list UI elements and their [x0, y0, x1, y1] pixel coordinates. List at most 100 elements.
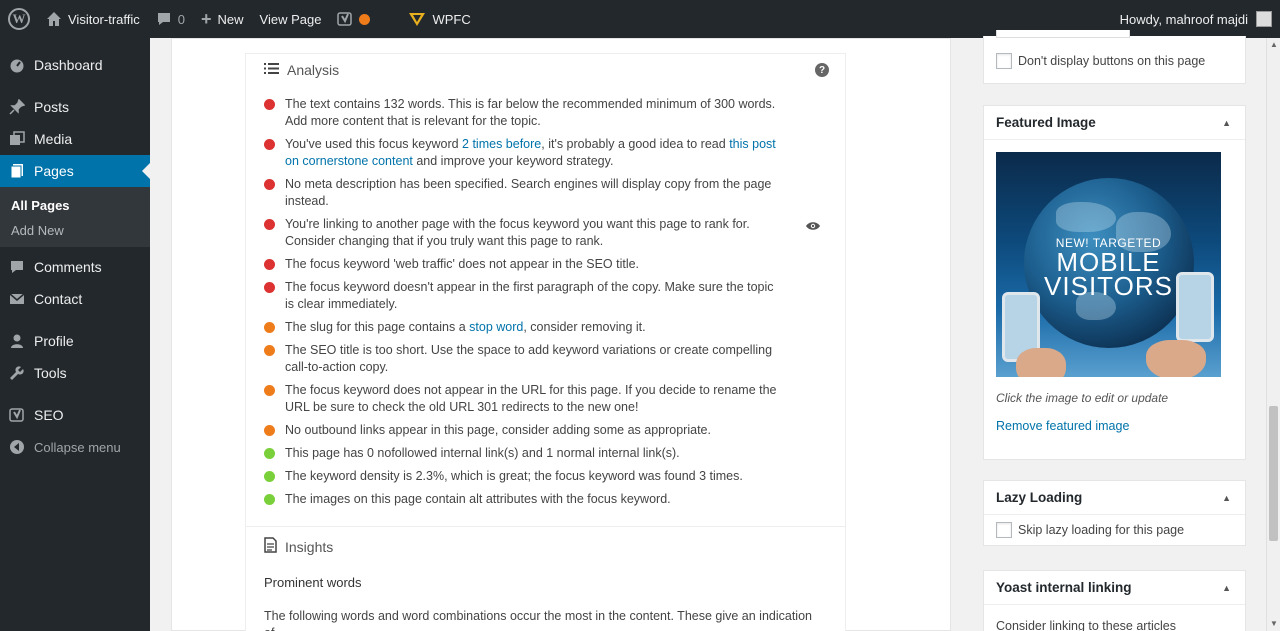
scrollbar-thumb[interactable] [1269, 406, 1278, 541]
menu-contact[interactable]: Contact [0, 283, 150, 315]
admin-menu: Dashboard Posts Media Pages All Pages Ad… [0, 38, 150, 631]
comments-count: 0 [177, 11, 185, 27]
help-icon[interactable]: ? [815, 63, 829, 77]
analysis-header[interactable]: Analysis [246, 54, 845, 86]
result-item: This page has 0 nofollowed internal link… [264, 445, 845, 462]
menu-pages[interactable]: Pages [0, 155, 150, 187]
featured-image-header[interactable]: Featured Image ▲ [984, 106, 1245, 140]
result-text: The text contains 132 words. This is far… [285, 97, 776, 128]
dont-display-row[interactable]: Don't display buttons on this page [984, 46, 1245, 76]
dashboard-icon [8, 56, 26, 74]
featured-image-title: Featured Image [996, 115, 1096, 130]
new-content-link[interactable]: + New [193, 0, 252, 38]
lazy-loading-box: Lazy Loading ▲ Skip lazy loading for thi… [983, 480, 1246, 546]
status-bullet-bad [264, 282, 275, 293]
prominent-words-title: Prominent words [264, 575, 362, 590]
result-item: The text contains 132 words. This is far… [264, 96, 845, 130]
menu-media[interactable]: Media [0, 123, 150, 155]
menu-comments-label: Comments [34, 259, 102, 275]
wp-logo-menu[interactable]: W [0, 0, 38, 38]
wpfc-label: WPFC [432, 11, 471, 27]
status-bullet-ok [264, 425, 275, 436]
featured-image[interactable]: NEW! TARGETED MOBILE VISITORS [996, 152, 1221, 377]
featured-image-caption: Click the image to edit or update [996, 391, 1169, 405]
result-item: The focus keyword doesn't appear in the … [264, 279, 845, 313]
site-name-link[interactable]: Visitor-traffic [38, 0, 148, 38]
eye-icon[interactable] [805, 218, 821, 235]
result-item: The slug for this page contains a stop w… [264, 319, 845, 336]
wpfc-menu[interactable]: WPFC [400, 0, 478, 38]
result-text: The slug for this page contains a stop w… [285, 320, 646, 334]
result-text: You've used this focus keyword 2 times b… [285, 137, 776, 168]
comment-icon [156, 11, 172, 27]
site-name: Visitor-traffic [68, 11, 140, 27]
page-scrollbar[interactable]: ▲ ▼ [1266, 38, 1280, 631]
menu-pages-label: Pages [34, 163, 74, 179]
status-bullet-bad [264, 219, 275, 230]
menu-seo[interactable]: SEO [0, 399, 150, 431]
yoast-internal-linking-header[interactable]: Yoast internal linking ▲ [984, 571, 1245, 605]
menu-comments[interactable]: Comments [0, 251, 150, 283]
times-before-link[interactable]: 2 times before [462, 137, 541, 151]
scroll-up-arrow-icon[interactable]: ▲ [1267, 38, 1280, 52]
view-page-link[interactable]: View Page [252, 0, 330, 38]
result-item: The images on this page contain alt attr… [264, 491, 845, 508]
submenu-all-pages[interactable]: All Pages [0, 193, 150, 218]
status-bullet-bad [264, 179, 275, 190]
result-text: You're linking to another page with the … [285, 217, 750, 248]
pages-icon [8, 162, 26, 180]
lazy-loading-header[interactable]: Lazy Loading ▲ [984, 481, 1245, 515]
yoast-internal-linking-box: Yoast internal linking ▲ Consider linkin… [983, 570, 1246, 631]
collapse-menu-button[interactable]: Collapse menu [0, 431, 150, 463]
toggle-arrow-icon[interactable]: ▲ [1222, 118, 1231, 128]
result-text: No outbound links appear in this page, c… [285, 423, 711, 437]
result-item: The focus keyword 'web traffic' does not… [264, 256, 845, 273]
skip-lazy-row[interactable]: Skip lazy loading for this page [984, 515, 1245, 545]
yoast-menu[interactable] [329, 0, 378, 38]
menu-profile-label: Profile [34, 333, 74, 349]
my-account-menu[interactable]: Howdy, mahroof majdi [1112, 0, 1280, 38]
dont-display-checkbox[interactable] [996, 53, 1012, 69]
new-label: New [217, 11, 244, 27]
pushpin-icon [8, 98, 26, 116]
result-text: The keyword density is 2.3%, which is gr… [285, 469, 743, 483]
menu-profile[interactable]: Profile [0, 325, 150, 357]
yoast-internal-linking-title: Yoast internal linking [996, 580, 1132, 595]
menu-contact-label: Contact [34, 291, 83, 307]
comment-icon [8, 258, 26, 276]
prominent-words-description: The following words and word combination… [264, 609, 812, 631]
menu-posts[interactable]: Posts [0, 91, 150, 123]
insights-header[interactable]: Insights [246, 527, 845, 567]
result-text: No meta description has been specified. … [285, 177, 772, 208]
wordpress-icon: W [8, 8, 30, 30]
comments-link[interactable]: 0 [148, 0, 193, 38]
scroll-down-arrow-icon[interactable]: ▼ [1267, 617, 1280, 631]
menu-tools[interactable]: Tools [0, 357, 150, 389]
toggle-arrow-icon[interactable]: ▲ [1222, 583, 1231, 593]
submenu-add-new[interactable]: Add New [0, 218, 150, 243]
content-area: Analysis ? The text contains 132 words. … [150, 30, 1280, 631]
result-text: The images on this page contain alt attr… [285, 492, 671, 506]
stop-word-link[interactable]: stop word [469, 320, 523, 334]
menu-posts-label: Posts [34, 99, 70, 115]
skip-lazy-label: Skip lazy loading for this page [1018, 523, 1185, 537]
wrench-icon [8, 364, 26, 382]
menu-media-label: Media [34, 131, 73, 147]
plus-icon: + [201, 8, 212, 29]
featured-image-box: Featured Image ▲ NEW! TARGETED MOBILE VI… [983, 105, 1246, 460]
status-bullet-good [264, 494, 275, 505]
home-icon [46, 11, 62, 27]
result-text: The focus keyword doesn't appear in the … [285, 280, 774, 311]
yoast-internal-linking-text: Consider linking to these articles [996, 619, 1176, 631]
analysis-title: Analysis [287, 62, 340, 78]
media-icon [8, 130, 26, 148]
menu-dashboard[interactable]: Dashboard [0, 49, 150, 81]
skip-lazy-checkbox[interactable] [996, 522, 1012, 538]
remove-featured-image-link[interactable]: Remove featured image [984, 405, 1245, 433]
status-bullet-bad [264, 259, 275, 270]
pages-submenu: All Pages Add New [0, 187, 150, 247]
status-bullet-good [264, 448, 275, 459]
text-field-fragment[interactable] [996, 30, 1130, 38]
featured-image-text-visitors: VISITORS [1044, 271, 1173, 301]
toggle-arrow-icon[interactable]: ▲ [1222, 493, 1231, 503]
